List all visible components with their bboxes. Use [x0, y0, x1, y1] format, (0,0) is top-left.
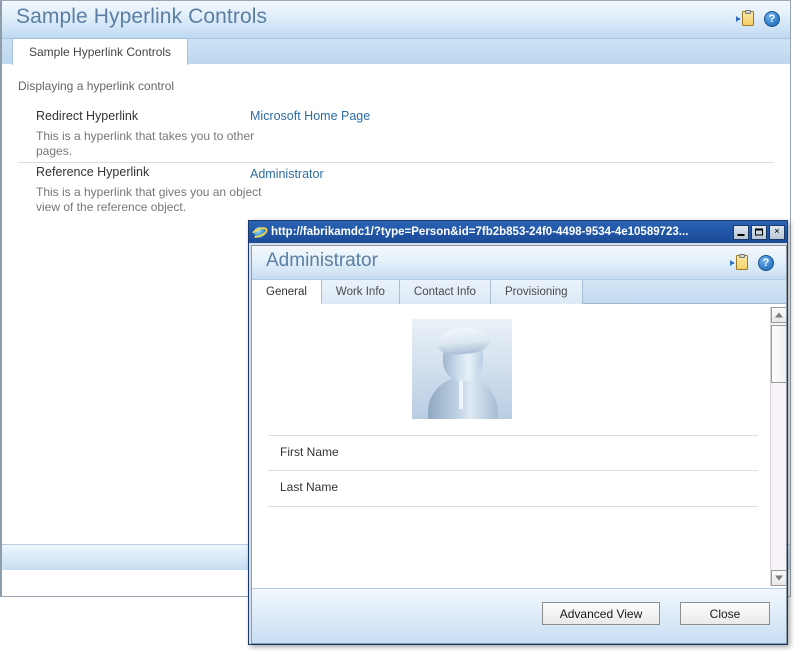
link-microsoft-home-page[interactable]: Microsoft Home Page [250, 109, 370, 123]
maximize-button[interactable] [751, 225, 767, 240]
page-title: Sample Hyperlink Controls [16, 5, 267, 29]
row-redirect-hyperlink: Redirect Hyperlink This is a hyperlink t… [18, 107, 774, 163]
row-label: Redirect Hyperlink [36, 109, 138, 123]
person-photo-placeholder [412, 319, 512, 419]
main-tab-strip: Sample Hyperlink Controls [2, 39, 790, 65]
tab-sample-hyperlink-controls[interactable]: Sample Hyperlink Controls [12, 39, 188, 65]
tab-general[interactable]: General [252, 280, 322, 304]
vertical-scrollbar[interactable] [770, 307, 786, 586]
popup-tab-strip: General Work Info Contact Info Provision… [252, 280, 786, 304]
popup-client-area: Administrator ? General Work Info Contac… [251, 245, 787, 644]
row-description: This is a hyperlink that takes you to ot… [36, 129, 266, 159]
scrollbar-thumb[interactable] [771, 325, 787, 383]
row-label: Reference Hyperlink [36, 165, 149, 179]
close-button[interactable]: Close [680, 602, 770, 625]
close-icon: ✕ [774, 228, 779, 237]
field-label: Last Name [280, 480, 338, 494]
popup-header-icon-group: ? [730, 254, 774, 272]
popup-header-bar: Administrator ? [252, 246, 786, 280]
main-header-icon-group: ? [736, 10, 780, 28]
scroll-down-arrow-icon[interactable] [771, 570, 787, 586]
field-label: First Name [280, 445, 339, 459]
clipboard-export-icon[interactable] [730, 254, 750, 272]
clipboard-export-icon[interactable] [736, 10, 756, 28]
advanced-view-button[interactable]: Advanced View [542, 602, 660, 625]
tab-provisioning[interactable]: Provisioning [491, 280, 583, 304]
popup-url-title: http://fabrikamdc1/?type=Person&id=7fb2b… [271, 226, 729, 238]
close-window-button[interactable]: ✕ [769, 225, 785, 240]
minimize-button[interactable] [733, 225, 749, 240]
field-row-first-name[interactable]: First Name [268, 435, 758, 471]
field-row-last-name[interactable]: Last Name [268, 471, 758, 507]
popup-footer-bar: Advanced View Close [252, 588, 787, 643]
help-icon[interactable]: ? [758, 255, 774, 271]
help-icon[interactable]: ? [764, 11, 780, 27]
main-header-bar: Sample Hyperlink Controls ? [2, 1, 790, 39]
scroll-up-arrow-icon[interactable] [771, 307, 787, 323]
tab-contact-info[interactable]: Contact Info [400, 280, 491, 304]
row-description: This is a hyperlink that gives you an ob… [36, 185, 266, 215]
tab-work-info[interactable]: Work Info [322, 280, 400, 304]
popup-page-title: Administrator [266, 250, 378, 272]
row-reference-hyperlink: Reference Hyperlink This is a hyperlink … [18, 163, 774, 221]
intro-text: Displaying a hyperlink control [18, 79, 174, 93]
link-administrator[interactable]: Administrator [250, 167, 324, 181]
internet-explorer-icon [252, 225, 267, 240]
window-controls: ✕ [733, 225, 785, 240]
object-view-popup-window: http://fabrikamdc1/?type=Person&id=7fb2b… [248, 220, 788, 645]
popup-title-bar[interactable]: http://fabrikamdc1/?type=Person&id=7fb2b… [249, 221, 787, 243]
popup-form-content: First Name Last Name [252, 305, 787, 588]
